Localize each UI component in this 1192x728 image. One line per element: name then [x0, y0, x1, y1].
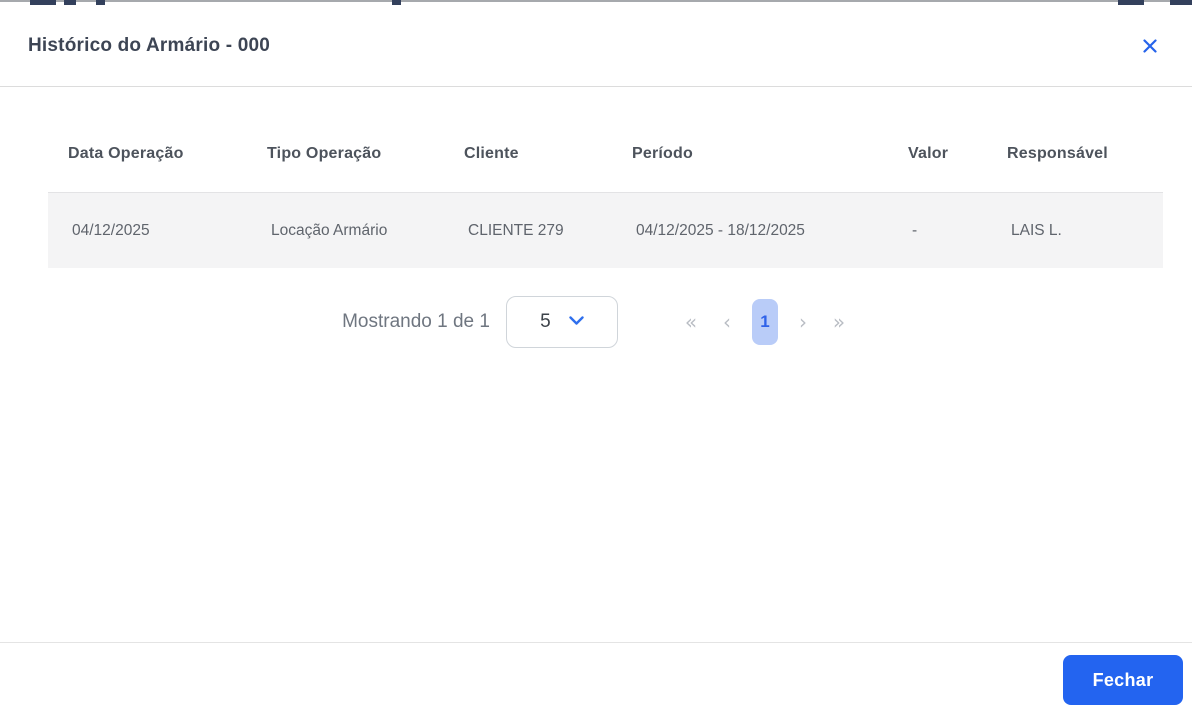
pagination-bar: Mostrando 1 de 1 5 « ‹ 1 › »: [0, 296, 1192, 348]
background-page-edge-line: [0, 0, 1192, 2]
column-header-valor: Valor: [888, 145, 987, 192]
column-header-data-operacao: Data Operação: [48, 145, 247, 192]
column-header-responsavel: Responsável: [987, 145, 1163, 192]
history-table: Data Operação Tipo Operação Cliente Perí…: [48, 87, 1163, 268]
cell-cliente: CLIENTE 279: [444, 222, 612, 240]
locker-history-modal: Histórico do Armário - 000 Data Operação…: [0, 5, 1192, 728]
chevron-down-icon: [569, 313, 584, 331]
modal-title: Histórico do Armário - 000: [28, 35, 270, 57]
page-size-value: 5: [540, 311, 551, 333]
first-page-button[interactable]: «: [680, 310, 702, 334]
table-row: 04/12/2025 Locação Armário CLIENTE 279 0…: [48, 192, 1163, 268]
footer-divider: [0, 642, 1192, 643]
cell-periodo: 04/12/2025 - 18/12/2025: [612, 222, 888, 240]
pagination-controls: « ‹ 1 › »: [680, 299, 850, 345]
column-header-periodo: Período: [612, 145, 888, 192]
fechar-button[interactable]: Fechar: [1063, 655, 1183, 705]
pagination-summary: Mostrando 1 de 1: [342, 311, 490, 333]
next-page-button[interactable]: ›: [792, 310, 814, 334]
previous-page-button[interactable]: ‹: [716, 310, 738, 334]
cell-responsavel: LAIS L.: [987, 222, 1163, 240]
table-header-row: Data Operação Tipo Operação Cliente Perí…: [48, 87, 1163, 192]
close-icon: [1142, 38, 1158, 54]
column-header-cliente: Cliente: [444, 145, 612, 192]
close-button[interactable]: [1136, 32, 1164, 60]
cell-tipo-operacao: Locação Armário: [247, 222, 444, 240]
modal-header: Histórico do Armário - 000: [0, 5, 1192, 87]
page-size-select[interactable]: 5: [506, 296, 618, 348]
last-page-button[interactable]: »: [828, 310, 850, 334]
cell-valor: -: [888, 222, 987, 240]
cell-data-operacao: 04/12/2025: [48, 222, 247, 240]
page-1-button[interactable]: 1: [752, 299, 778, 345]
column-header-tipo-operacao: Tipo Operação: [247, 145, 444, 192]
